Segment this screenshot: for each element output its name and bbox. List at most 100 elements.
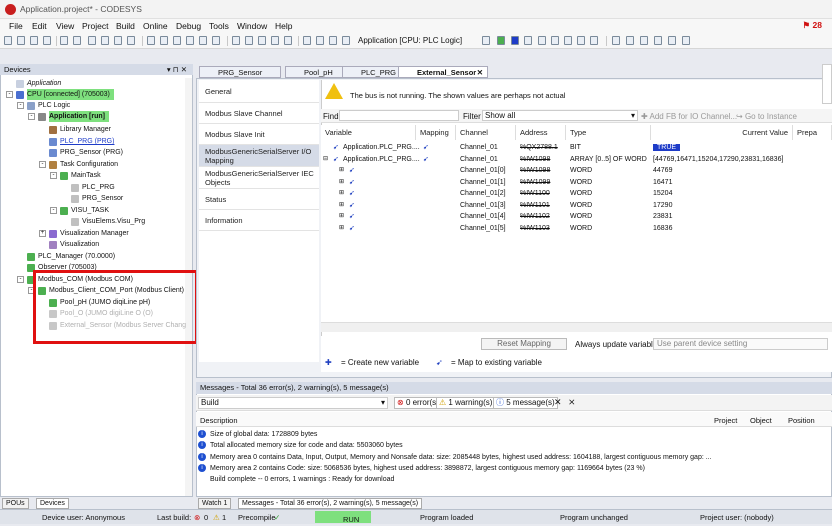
add-fb-button[interactable]: ✚ Add FB for IO Channel...	[641, 112, 737, 121]
collapse-icon[interactable]: ⊟	[323, 154, 328, 165]
table-row[interactable]: ⊞ ➹ Channel_01[1] %IW1099 WORD 16471	[321, 177, 832, 188]
menu-window[interactable]: Window	[237, 21, 267, 31]
login-icon[interactable]	[482, 36, 490, 45]
table-row[interactable]: ⊞ ➹ Channel_01[2] %IW1100 WORD 15204	[321, 188, 832, 199]
side-tab-iec-objects[interactable]: ModbusGenericSerialServer IEC Objects	[199, 167, 319, 189]
rebuild-icon[interactable]	[245, 36, 253, 45]
errors-filter[interactable]: ⊗ 0 error(s)	[394, 397, 442, 409]
col-prepared-value[interactable]: Prepa	[793, 125, 832, 140]
expand-icon[interactable]: ⊞	[339, 223, 344, 234]
step-into-icon[interactable]	[564, 36, 572, 45]
generate-icon[interactable]	[258, 36, 266, 45]
expand-icon[interactable]: ⊞	[339, 177, 344, 188]
copy-icon[interactable]	[101, 36, 109, 45]
step-over-icon[interactable]	[551, 36, 559, 45]
save-icon[interactable]	[30, 36, 38, 45]
col-mapping[interactable]: Mapping	[416, 125, 456, 140]
menu-view[interactable]: View	[56, 21, 74, 31]
expand-icon[interactable]: ⊞	[339, 211, 344, 222]
col-channel[interactable]: Channel	[456, 125, 516, 140]
col-variable[interactable]: Variable	[321, 125, 416, 140]
clear-messages-icon[interactable]: ✕	[554, 397, 562, 408]
menu-online[interactable]: Online	[143, 21, 168, 31]
col-description[interactable]: Description	[200, 416, 238, 425]
expand-icon[interactable]: ⊞	[339, 165, 344, 176]
notification-badge[interactable]: ⚑ 28	[803, 20, 822, 31]
collapse-icon[interactable]: -	[17, 102, 24, 109]
display-mode-icon[interactable]	[682, 36, 690, 45]
menu-build[interactable]: Build	[116, 21, 135, 31]
collapse-icon[interactable]: -	[50, 207, 57, 214]
menu-project[interactable]: Project	[82, 21, 108, 31]
messages-filter[interactable]: ⓘ 5 message(s)	[493, 397, 558, 409]
bookmark-icon[interactable]	[173, 36, 181, 45]
collapse-icon[interactable]: -	[6, 91, 13, 98]
tree-node[interactable]: PLC_PRG	[0, 182, 192, 193]
side-tab-information[interactable]: Information	[199, 210, 319, 231]
check-icon[interactable]	[284, 36, 292, 45]
force-values-icon[interactable]	[626, 36, 634, 45]
collapse-icon[interactable]: -	[39, 161, 46, 168]
col-type[interactable]: Type	[566, 125, 651, 140]
tree-node[interactable]: + Visualization Manager	[0, 228, 192, 239]
delete-icon[interactable]	[127, 36, 135, 45]
go-to-instance-button[interactable]: ↪ Go to Instance	[736, 112, 797, 121]
stop-icon[interactable]	[511, 36, 519, 45]
warnings-filter[interactable]: ⚠ 1 warning(s)	[436, 397, 496, 409]
active-application-selector[interactable]: Application [CPU: PLC Logic]	[358, 36, 462, 45]
side-tab-modbus-slave-init[interactable]: Modbus Slave Init	[199, 124, 319, 145]
table-row[interactable]: ⊞ ➹ Channel_01[5] %IW1103 WORD 16836	[321, 223, 832, 234]
message-row[interactable]: i Size of global data: 1728809 bytes	[198, 429, 718, 440]
table-row[interactable]: ⊟ ➹ Application.PLC_PRG.... ➹ Channel_01 %IW1…	[321, 154, 832, 165]
flow-control-icon[interactable]	[668, 36, 676, 45]
side-tab-status[interactable]: Status	[199, 189, 319, 210]
tree-node[interactable]: Visualization	[0, 239, 192, 250]
tree-node[interactable]: - MainTask	[0, 170, 192, 181]
tree-node[interactable]: PLC_Manager (70.0000)	[0, 251, 192, 262]
menu-help[interactable]: Help	[275, 21, 292, 31]
expand-icon[interactable]: ⊞	[339, 200, 344, 211]
doc-tab-external-sensor[interactable]: External_Sensor ✕	[398, 66, 488, 78]
expand-icon[interactable]: +	[39, 230, 46, 237]
cut-icon[interactable]	[88, 36, 96, 45]
menu-tools[interactable]: Tools	[209, 21, 229, 31]
close-tab-icon[interactable]: ✕	[477, 67, 483, 78]
open-icon[interactable]	[17, 36, 25, 45]
monitoring-icon[interactable]	[654, 36, 662, 45]
find-icon[interactable]	[147, 36, 155, 45]
doc-tab-prg-sensor[interactable]: PRG_Sensor	[199, 66, 281, 78]
side-tab-general[interactable]: General	[199, 80, 319, 103]
collapse-icon[interactable]: -	[28, 113, 35, 120]
step-out-icon[interactable]	[577, 36, 585, 45]
message-row[interactable]: Build complete -- 0 errors, 1 warnings :…	[198, 474, 718, 485]
tree-node[interactable]: - Task Configuration	[0, 159, 192, 170]
write-values-icon[interactable]	[612, 36, 620, 45]
col-address[interactable]: Address	[516, 125, 566, 140]
col-current-value[interactable]: Current Value	[651, 125, 793, 140]
message-source-select[interactable]: Build ▾	[198, 397, 388, 409]
window-icon[interactable]	[316, 36, 324, 45]
message-row[interactable]: i Memory area 0 contains Data, Input, Out…	[198, 452, 718, 463]
doc-tab-plc-prg[interactable]: PLC_PRG	[342, 66, 400, 78]
clear-all-icon[interactable]: ⨯	[568, 397, 576, 408]
tree-node[interactable]: PRG_Sensor (PRG)	[0, 147, 192, 158]
tree-node[interactable]: Library Manager	[0, 124, 192, 135]
table-row[interactable]: ➹ Application.PLC_PRG.... ➹ Channel_01 %QX27…	[321, 142, 832, 153]
always-update-select[interactable]: Use parent device setting	[653, 338, 828, 350]
cascade-icon[interactable]	[342, 36, 350, 45]
tree-node[interactable]: - VISU_TASK	[0, 205, 192, 216]
menu-edit[interactable]: Edit	[32, 21, 47, 31]
unforce-icon[interactable]	[640, 36, 648, 45]
menu-file[interactable]: File	[9, 21, 23, 31]
side-tab-io-mapping[interactable]: ModbusGenericSerialServer I/O Mapping	[199, 145, 319, 167]
table-row[interactable]: ⊞ ➹ Channel_01[4] %IW1102 WORD 23831	[321, 211, 832, 222]
undo-icon[interactable]	[60, 36, 68, 45]
bookmark-next-icon[interactable]	[186, 36, 194, 45]
breakpoint-icon[interactable]	[538, 36, 546, 45]
message-row[interactable]: i Memory area 2 contains Code: size: 5068…	[198, 463, 718, 474]
paste-icon[interactable]	[114, 36, 122, 45]
reset-mapping-button[interactable]: Reset Mapping	[481, 338, 567, 350]
clean-icon[interactable]	[271, 36, 279, 45]
tree-node[interactable]: Application	[0, 78, 192, 89]
collapse-icon[interactable]: -	[50, 172, 57, 179]
